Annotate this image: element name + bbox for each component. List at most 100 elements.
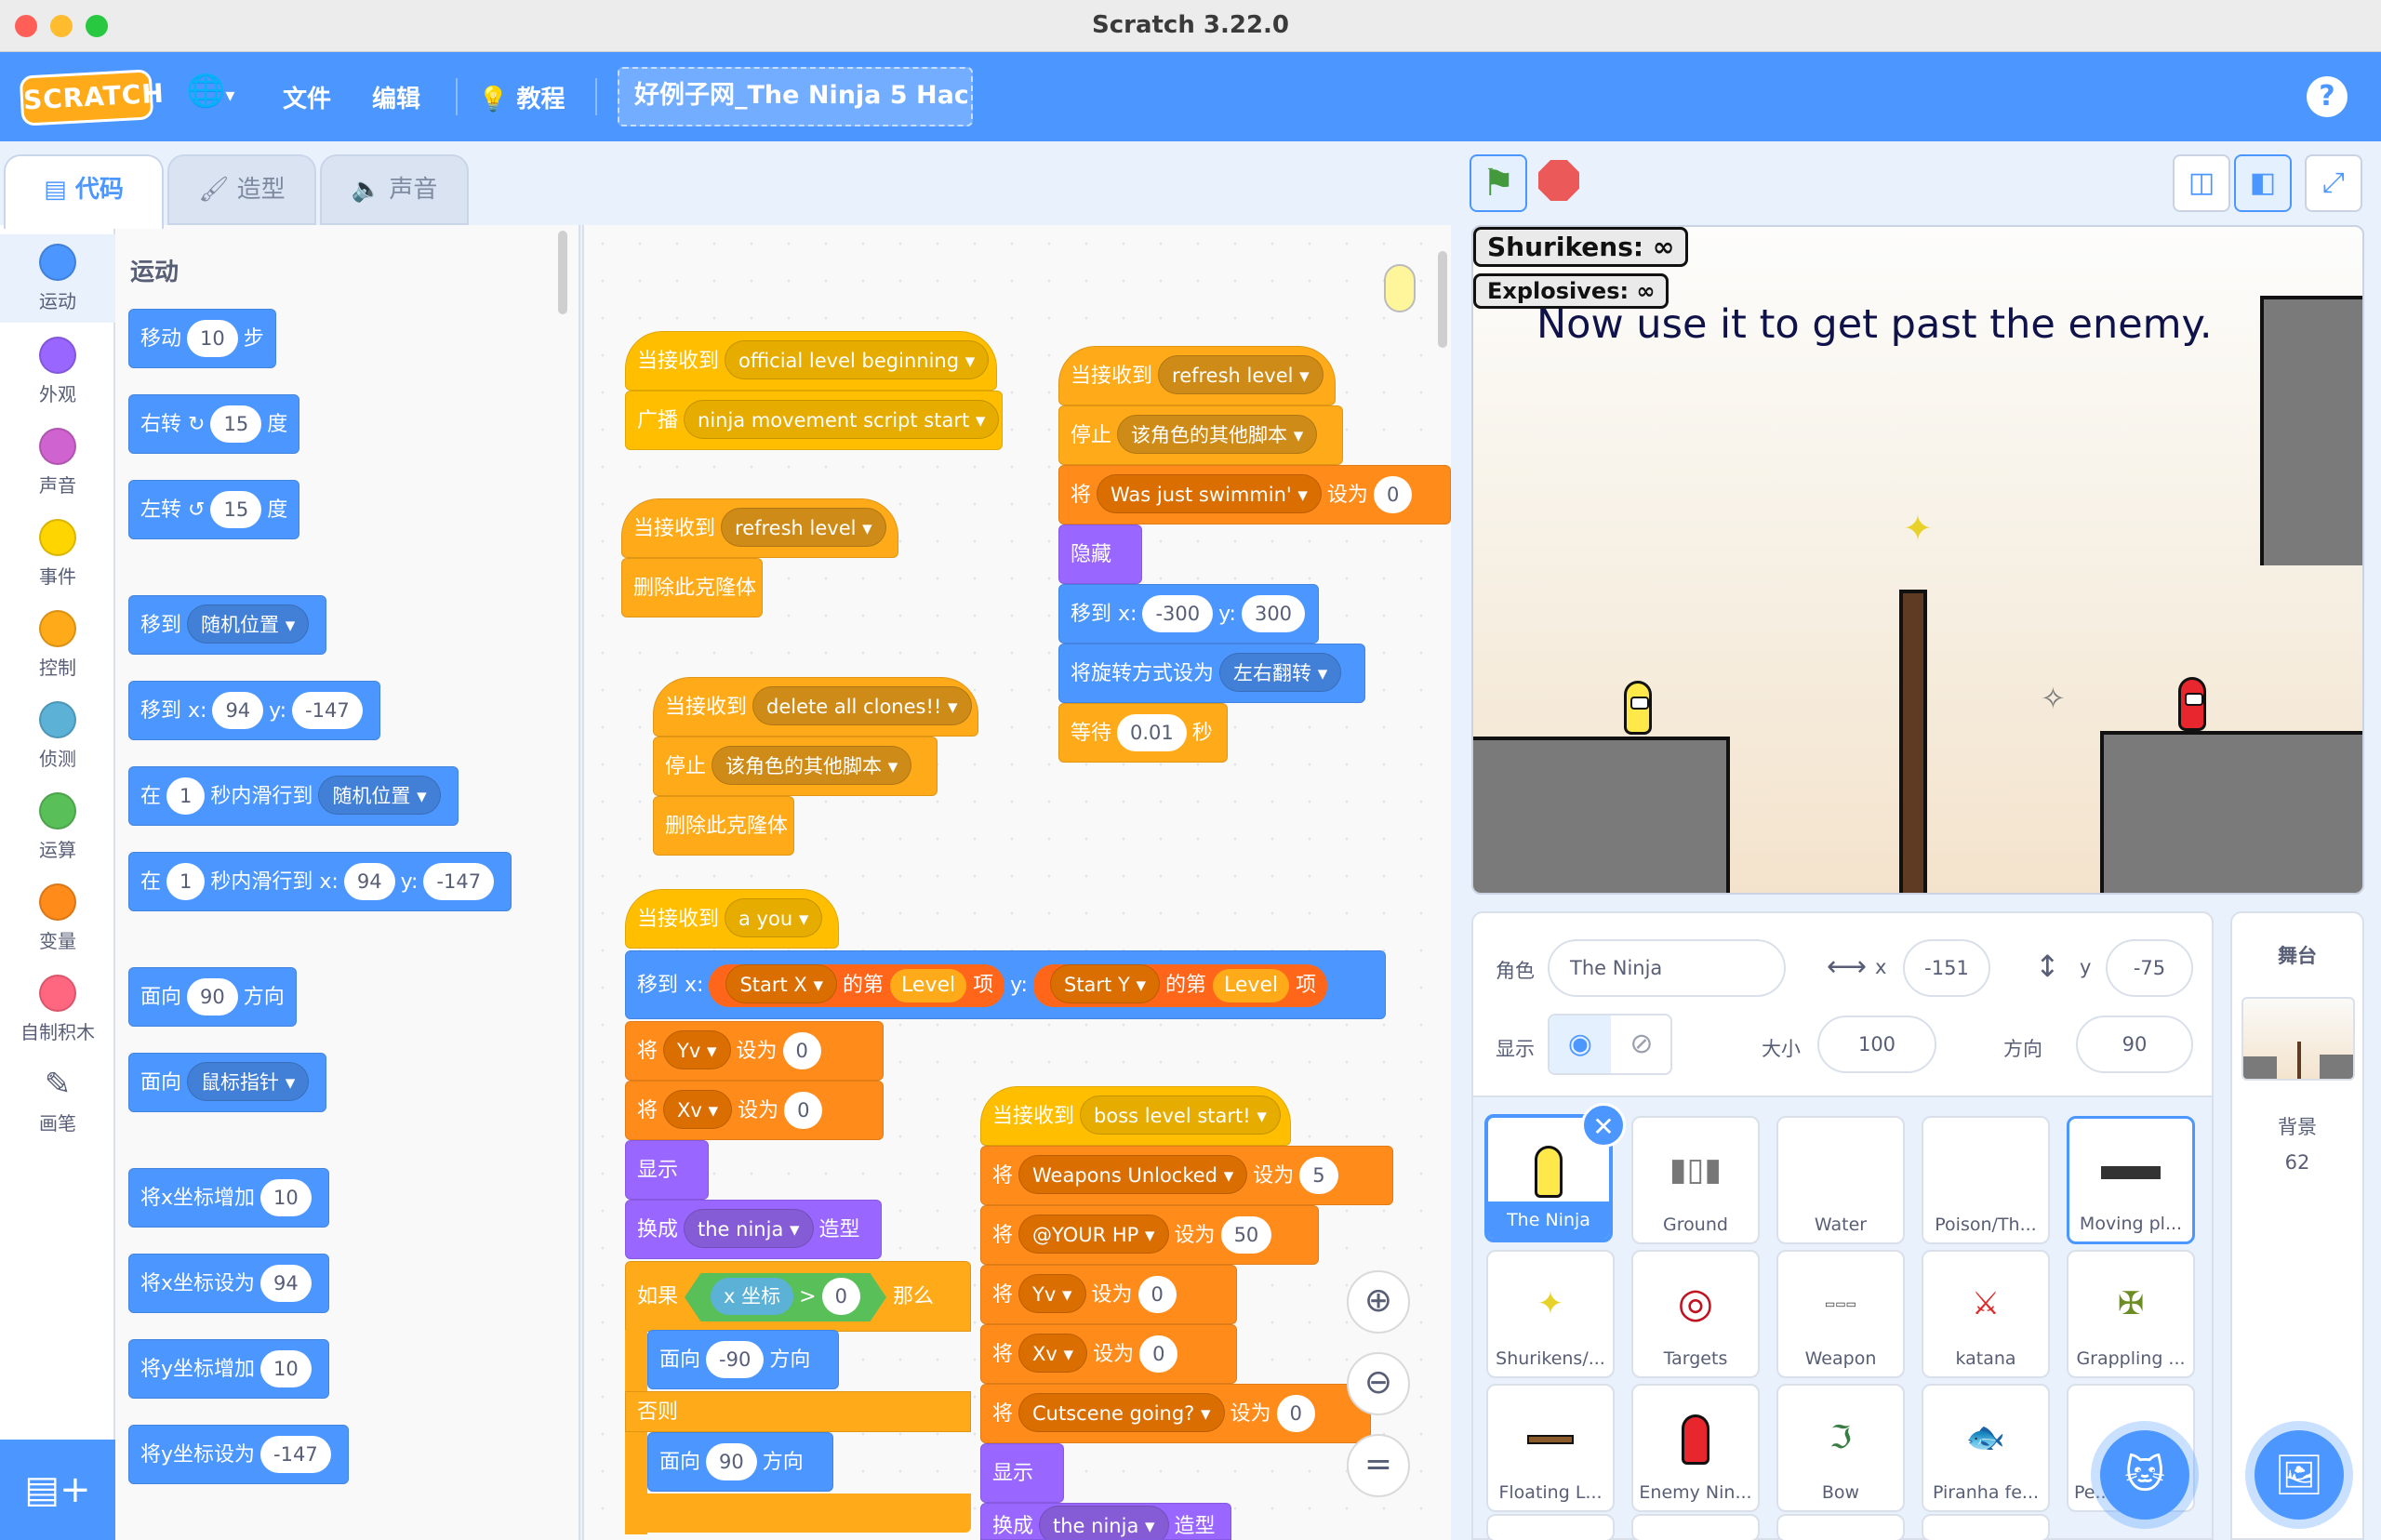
project-title-input[interactable]: 好例子网_The Ninja 5 Hack... <box>618 67 973 126</box>
block-set-y[interactable]: 将y坐标设为 -147 <box>128 1425 349 1484</box>
size-input[interactable]: 100 <box>1817 1016 1936 1073</box>
block-input[interactable]: 10 <box>260 1179 312 1216</box>
stage-thumbnail[interactable] <box>2241 997 2355 1081</box>
sprite-tile-row4[interactable] <box>1922 1514 2050 1540</box>
sprite-tile-moving-platform[interactable]: Moving pl... <box>2067 1116 2195 1244</box>
palette-scrollbar[interactable] <box>558 231 567 314</box>
category-motion[interactable]: 运动 <box>0 234 115 323</box>
block-input[interactable]: 0 <box>821 1278 860 1315</box>
block-change-y[interactable]: 将y坐标增加 10 <box>128 1339 329 1399</box>
block-hide[interactable]: 隐藏 <box>1058 524 1142 584</box>
block-dropdown[interactable]: the ninja <box>1039 1506 1169 1539</box>
block-set-x[interactable]: 将x坐标设为 94 <box>128 1254 329 1313</box>
block-dropdown[interactable]: Cutscene going? <box>1018 1393 1225 1432</box>
block-dropdown[interactable]: ninja movement script start <box>684 400 1000 439</box>
block-show[interactable]: 显示 <box>980 1443 1064 1503</box>
category-my-blocks[interactable]: 自制积木 <box>0 965 115 1054</box>
block-input[interactable]: -147 <box>423 863 495 900</box>
block-wait[interactable]: 等待 0.01 秒 <box>1058 703 1228 763</box>
category-variables[interactable]: 变量 <box>0 874 115 962</box>
help-button[interactable]: ? <box>2307 76 2348 117</box>
block-input[interactable]: 0 <box>1373 476 1413 513</box>
block-set-variable[interactable]: 将Xv设为0 <box>980 1324 1237 1384</box>
sprite-tile-water[interactable]: Water <box>1776 1116 1905 1244</box>
sprite-tile-targets[interactable]: ◎ Targets <box>1631 1250 1760 1378</box>
block-dropdown[interactable]: Xv <box>663 1090 733 1129</box>
block-input[interactable]: 5 <box>1299 1157 1338 1194</box>
x-position-reporter[interactable]: x 坐标 <box>711 1278 794 1315</box>
block-set-variable[interactable]: 将@YOUR HP设为50 <box>980 1205 1319 1265</box>
block-stop[interactable]: 停止 该角色的其他脚本 <box>1058 405 1343 465</box>
hat-when-receive[interactable]: 当接收到 boss level start! <box>980 1086 1291 1146</box>
block-set-variable[interactable]: 将Yv设为0 <box>980 1265 1237 1324</box>
tab-costumes[interactable]: 🖌 造型 <box>167 154 316 225</box>
sprite-tile-bow[interactable]: ℑ Bow <box>1776 1384 1905 1512</box>
green-flag-button[interactable]: ⚑ <box>1470 154 1527 212</box>
hat-when-receive[interactable]: 当接收到 delete all clones!! <box>653 677 978 737</box>
item-of-list-reporter[interactable]: Start Y的第 Level 项 <box>1032 964 1328 1007</box>
hat-when-receive[interactable]: 当接收到 a you <box>625 889 839 949</box>
block-input[interactable]: 50 <box>1220 1216 1272 1254</box>
block-input[interactable]: -147 <box>292 692 363 729</box>
tab-sounds[interactable]: 🔈 声音 <box>320 154 469 225</box>
block-dropdown[interactable]: Start X <box>725 964 838 1003</box>
block-if-else[interactable]: 如果 x 坐标 >0 那么 <box>625 1261 971 1332</box>
block-dropdown[interactable]: 随机位置 <box>318 776 441 815</box>
block-point-direction[interactable]: 面向 90 方向 <box>128 967 297 1027</box>
block-input[interactable]: -300 <box>1142 595 1214 632</box>
block-delete-clone[interactable]: 删除此克隆体 <box>653 796 794 856</box>
block-goto-xy[interactable]: 移到 x: -300 y: 300 <box>1058 584 1319 644</box>
add-extension-button[interactable]: ▤+ <box>0 1440 115 1540</box>
zoom-reset-button[interactable]: = <box>1347 1434 1410 1497</box>
file-menu[interactable]: 文件 <box>283 80 331 114</box>
block-glide-to[interactable]: 在 1 秒内滑行到 随机位置 <box>128 766 459 826</box>
block-input[interactable]: 94 <box>260 1265 312 1302</box>
block-dropdown[interactable]: boss level start! <box>1080 1095 1281 1135</box>
category-events[interactable]: 事件 <box>0 510 115 598</box>
block-dropdown[interactable]: 该角色的其他脚本 <box>1117 415 1318 454</box>
sprite-tile-ground[interactable]: ▮▯▮ Ground <box>1631 1116 1760 1244</box>
sprite-tile-row4[interactable] <box>1486 1514 1615 1540</box>
x-position-input[interactable]: -151 <box>1903 939 1990 997</box>
block-dropdown[interactable]: a you <box>725 898 823 937</box>
hat-when-receive[interactable]: 当接收到 official level beginning <box>625 331 997 391</box>
block-dropdown[interactable]: Weapons Unlocked <box>1018 1155 1248 1194</box>
block-switch-costume[interactable]: 换成the ninja造型 <box>625 1200 882 1259</box>
block-input[interactable]: 0.01 <box>1117 714 1187 751</box>
block-dropdown[interactable]: Was just swimmin' <box>1097 474 1322 513</box>
fullscreen-button[interactable]: ⤢ <box>2305 154 2362 212</box>
block-input[interactable]: 0 <box>1276 1395 1315 1432</box>
block-dropdown[interactable]: Yv <box>1018 1274 1086 1313</box>
block-input[interactable]: 90 <box>187 978 238 1016</box>
category-pen[interactable]: ✎ 画笔 <box>0 1056 115 1145</box>
block-dropdown[interactable]: 鼠标指针 <box>187 1062 310 1101</box>
block-set-variable[interactable]: 将Yv设为0 <box>625 1021 884 1081</box>
sprite-tile-piranha[interactable]: 🐟 Piranha fe... <box>1922 1384 2050 1512</box>
sprite-tile-katana[interactable]: ⚔ katana <box>1922 1250 2050 1378</box>
sprite-tile-poison[interactable]: Poison/Th... <box>1922 1116 2050 1244</box>
delete-sprite-button[interactable]: ✕ <box>1581 1103 1626 1148</box>
block-dropdown[interactable]: refresh level <box>1158 355 1324 394</box>
sprite-tile-grappling[interactable]: ✠ Grappling ... <box>2067 1250 2195 1378</box>
block-goto-xy[interactable]: 移到 x: 94 y: -147 <box>128 681 380 740</box>
block-delete-clone[interactable]: 删除此克隆体 <box>621 558 763 617</box>
block-set-variable[interactable]: 将Cutscene going?设为0 <box>980 1384 1371 1443</box>
workspace-scrollbar[interactable] <box>1438 251 1447 348</box>
block-input[interactable]: -90 <box>706 1341 765 1378</box>
category-looks[interactable]: 外观 <box>0 327 115 416</box>
item-of-list-reporter[interactable]: Start X的第 Level 项 <box>709 964 1005 1007</box>
category-control[interactable]: 控制 <box>0 601 115 689</box>
stop-button[interactable] <box>1538 160 1579 201</box>
block-dropdown[interactable]: Yv <box>663 1030 731 1069</box>
block-broadcast[interactable]: 广播 ninja movement script start <box>625 391 1003 450</box>
block-dropdown[interactable]: 左右翻转 <box>1219 653 1342 692</box>
language-menu[interactable]: 🌐▾ <box>186 73 234 110</box>
block-dropdown[interactable]: official level beginning <box>725 340 990 379</box>
tab-code[interactable]: ▤ 代码 <box>4 154 164 229</box>
block-turn-right[interactable]: 右转 ↻ 15 度 <box>128 394 300 454</box>
block-input[interactable]: 0 <box>1139 1335 1178 1373</box>
block-input[interactable]: 10 <box>260 1350 312 1387</box>
block-dropdown[interactable]: delete all clones!! <box>752 686 972 725</box>
edit-menu[interactable]: 编辑 <box>372 80 420 114</box>
block-input[interactable]: 300 <box>1241 595 1306 632</box>
